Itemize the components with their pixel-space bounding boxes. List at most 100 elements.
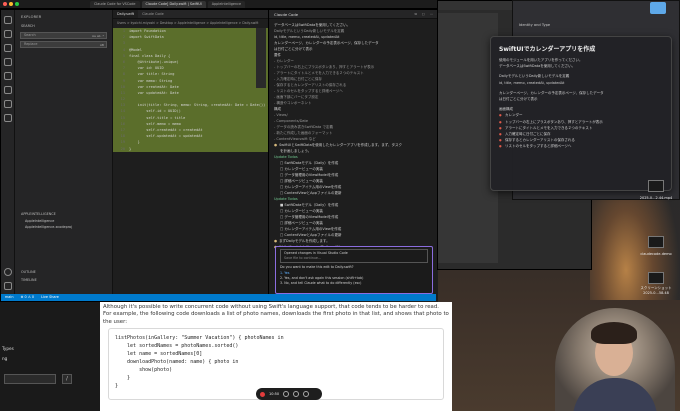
vscode-window: EXPLORER SEARCH Search Aa ab .* Replace …	[0, 9, 438, 303]
tab-apple-intelligence[interactable]: AppleIntelligence	[207, 1, 246, 8]
panel-actions-icon[interactable]: ⧉ ▢ ⋯	[414, 10, 435, 19]
code-text: self.title = title	[129, 115, 186, 120]
code-text: var createdAt: Date	[129, 84, 179, 89]
permission-prompt: Opened changes in Visual Studio Code Sav…	[275, 246, 433, 294]
note-popup[interactable]: SwiftUIでカレンダーアプリを作成 使用のモジュールを用いたアプリを作ってく…	[490, 36, 672, 191]
files-icon[interactable]	[4, 16, 12, 24]
status-liveshare[interactable]: Live Share	[41, 295, 59, 299]
code-text: var id: UUID	[129, 66, 164, 71]
replace-all-icon[interactable]: AB	[100, 43, 104, 48]
editor-tab-claude[interactable]: Claude Code	[138, 10, 168, 18]
replace-input-value: Replace	[24, 42, 38, 46]
editor-tab-daily[interactable]: Daily.swift	[113, 10, 139, 18]
code-text: @Model	[129, 47, 142, 52]
activity-bar	[1, 10, 15, 301]
status-branch[interactable]: main	[5, 295, 13, 299]
save-hint: Save file to continue...	[284, 256, 322, 261]
code-text: self.createdAt = createdAt	[129, 128, 203, 132]
explorer-panel: EXPLORER SEARCH Search Aa ab .* Replace …	[15, 10, 113, 301]
outline-section[interactable]: OUTLINE	[15, 268, 112, 276]
popup-title: SwiftUIでカレンダーアプリを作成	[499, 46, 596, 53]
code-text: final class Daily {	[129, 53, 171, 58]
replace-input[interactable]: Replace AB	[20, 41, 107, 48]
code-text: @Attribute(.unique)	[129, 59, 179, 64]
slash-shortcut-key[interactable]: /	[62, 374, 72, 384]
side-input[interactable]	[4, 374, 56, 384]
desktop-item-label[interactable]: スクリーンショット 2025-0...58.48	[636, 286, 676, 295]
code-editor[interactable]: Daily.swift Claude Code Users > kyoichi.…	[113, 10, 270, 296]
window-tabs: Claude Code for VSCode Claude Code] Dail…	[90, 1, 246, 8]
doc-code-line: show(photo)	[115, 367, 173, 373]
run-debug-icon[interactable]	[4, 58, 12, 66]
code-text: var updatedAt: Date	[129, 90, 179, 95]
extensions-icon[interactable]	[4, 72, 12, 80]
code-text: self.id = UUID()	[129, 109, 181, 114]
claude-panel-header: Claude Code ⧉ ▢ ⋯	[269, 10, 438, 19]
editor-tab-bar: Daily.swift Claude Code	[113, 10, 268, 19]
record-time: 10:50	[269, 392, 280, 396]
popup-line: データベースはSwiftDataを使用してください。	[499, 64, 576, 69]
folder-icon[interactable]	[650, 2, 666, 14]
search-section-label: SEARCH	[21, 24, 35, 28]
minimap[interactable]	[256, 28, 266, 88]
left-sidebar-strip: Types ng /	[0, 302, 100, 411]
code-text: var title: String	[129, 72, 175, 77]
person-hair	[591, 322, 637, 344]
popup-line: は日付ごとに分けて表示	[499, 97, 538, 102]
claude-transcript: データベースはSwiftDataを使用してください。 DailyモデルというDai…	[269, 19, 438, 253]
close-window-button[interactable]	[3, 2, 7, 6]
folder-file-icon[interactable]	[648, 236, 664, 248]
screen-recorder-bar: 10:50	[256, 388, 322, 400]
explorer-title: EXPLORER	[21, 15, 42, 19]
restart-icon[interactable]	[293, 391, 300, 397]
search-icon[interactable]	[4, 30, 12, 38]
project-section-label[interactable]: APPLEINTELLIGENCE	[15, 210, 112, 218]
code-text: self.memo = memo	[129, 121, 181, 126]
code-lines[interactable]: 1 import Foundation 2 import SwiftData 3 4 @Mo…	[113, 28, 270, 152]
breadcrumb[interactable]: Users > kyoichi.miyoshi > Desktop > Appl…	[113, 19, 268, 26]
background-window-sidebar	[438, 13, 498, 263]
source-control-icon[interactable]	[4, 44, 12, 52]
code-text: var memo: String	[129, 78, 173, 83]
doc-code-line: listPhotos(inGallery: "Summer Vacation")…	[115, 335, 284, 341]
code-text: }	[129, 140, 140, 145]
line-number: 20	[120, 146, 125, 151]
claude-code-panel: Claude Code ⧉ ▢ ⋯ データベースはSwiftDataを使用してく…	[268, 10, 438, 303]
search-input-value: Search	[24, 33, 36, 37]
doc-paragraph: Although it's possible to write concurre…	[103, 304, 449, 325]
testing-icon[interactable]	[4, 100, 12, 108]
record-icon[interactable]	[260, 391, 265, 397]
doc-code-line: downloadPhoto(named: name) { photo in	[115, 359, 239, 365]
search-options-icon[interactable]: Aa ab .*	[92, 34, 104, 39]
tab-claude-vscode[interactable]: Claude Code for VSCode	[90, 1, 140, 8]
account-icon[interactable]	[4, 268, 12, 276]
desktop-item-label[interactable]: claudecode-demo	[636, 252, 676, 256]
status-bar: main ⊗ 0 ⚠ 0 Live Share	[1, 294, 436, 301]
code-text: import SwiftData	[129, 35, 164, 40]
code-line[interactable]: 20}	[113, 145, 268, 152]
trash-icon[interactable]	[303, 391, 310, 397]
remote-icon[interactable]	[4, 86, 12, 94]
search-input[interactable]: Search Aa ab .*	[20, 32, 107, 39]
pause-icon[interactable]	[283, 391, 290, 397]
claude-panel-title: Claude Code	[274, 12, 299, 17]
maximize-window-button[interactable]	[15, 2, 19, 6]
doc-code-line: }	[115, 375, 131, 381]
screenshot-file-icon[interactable]	[648, 272, 664, 284]
popup-list-item: リストのセルをタップすると詳細ページへ	[499, 143, 663, 149]
desktop-item-label[interactable]: 2025-0...2.44.mp4	[636, 196, 676, 200]
side-label-types: Types	[2, 346, 14, 351]
option-no[interactable]: 3. No, and tell Claude what to do differ…	[280, 281, 428, 286]
status-problems[interactable]: ⊗ 0 ⚠ 0	[21, 295, 34, 299]
code-text: import Foundation	[129, 29, 166, 33]
video-file-icon[interactable]	[648, 180, 664, 192]
timeline-section[interactable]: TIMELINE	[15, 276, 112, 284]
doc-code-line: let sortedNames = photoNames.sorted()	[115, 343, 239, 349]
gear-icon[interactable]	[4, 282, 12, 290]
code-text: }	[129, 146, 132, 151]
docker-icon[interactable]	[4, 114, 12, 122]
code-text: init(title: String, memo: String, create…	[129, 103, 270, 108]
tab-daily-swift[interactable]: Claude Code] Daily.swift | SwiftUI	[141, 1, 206, 8]
minimize-window-button[interactable]	[9, 2, 13, 6]
code-text: self.updatedAt = updatedAt	[129, 134, 203, 139]
